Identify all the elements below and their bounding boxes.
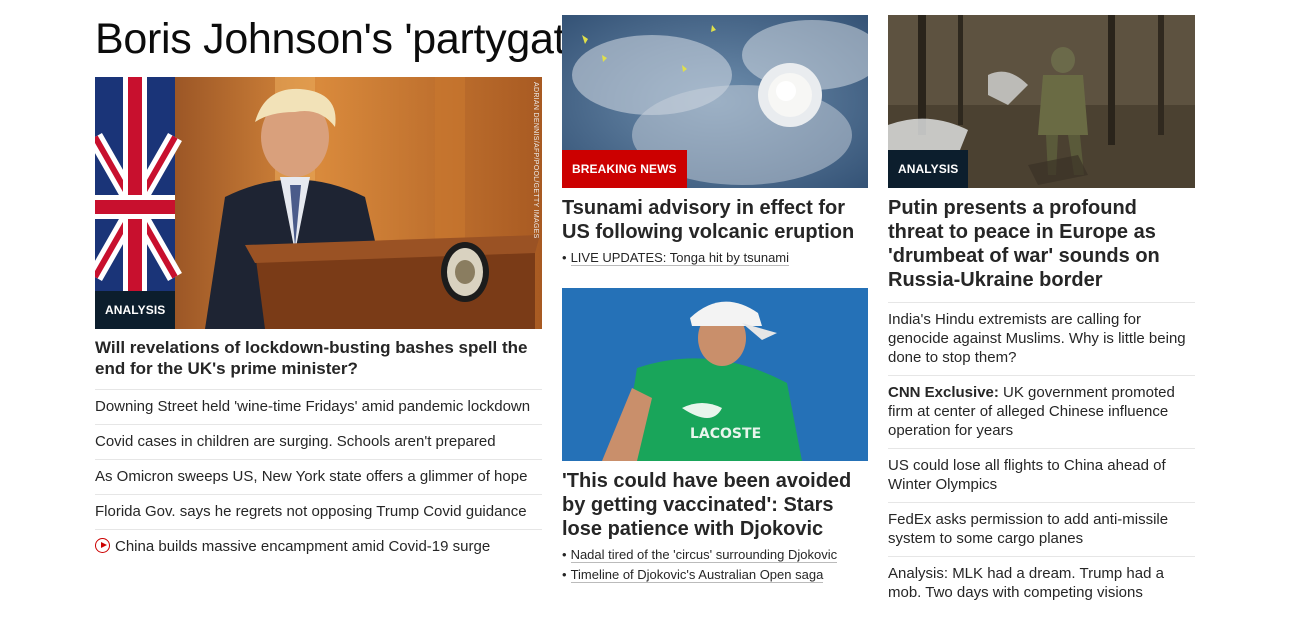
tsunami-sublinks: • LIVE UPDATES: Tonga hit by tsunami [562, 248, 868, 268]
list-item[interactable]: Florida Gov. says he regrets not opposin… [95, 494, 542, 529]
djokovic-sublinks: • Nadal tired of the 'circus' surrounding… [562, 545, 868, 585]
djokovic-story-title[interactable]: 'This could have been avoided by getting… [562, 469, 868, 541]
analysis-label: ANALYSIS [95, 291, 176, 329]
svg-text:LACOSTE: LACOSTE [690, 426, 761, 442]
list-item[interactable]: India's Hindu extremists are calling for… [888, 302, 1195, 375]
column-2: BREAKING NEWS Tsunami advisory in effect… [562, 0, 868, 585]
soldier-image[interactable]: ANALYSIS [888, 15, 1195, 188]
sublink-item[interactable]: • LIVE UPDATES: Tonga hit by tsunami [562, 248, 868, 268]
list-item[interactable]: Covid cases in children are surging. Sch… [95, 424, 542, 459]
tsunami-story-title[interactable]: Tsunami advisory in effect for US follow… [562, 196, 868, 244]
breaking-news-label: BREAKING NEWS [562, 150, 687, 188]
list-item[interactable]: FedEx asks permission to add anti-missil… [888, 502, 1195, 556]
image-credit: ADRIAN DENNIS/AFP/POOL/GETTY IMAGES [532, 82, 539, 239]
play-icon [95, 538, 110, 553]
list-item[interactable]: CNN Exclusive: UK government promoted fi… [888, 375, 1195, 448]
column-1: Boris Johnson's 'partygate' hangover ADR… [95, 0, 786, 564]
list-item[interactable]: Downing Street held 'wine-time Fridays' … [95, 389, 542, 424]
volcano-image[interactable]: BREAKING NEWS [562, 15, 868, 188]
column-3: ANALYSIS Putin presents a profound threa… [888, 0, 1195, 610]
main-headline[interactable]: Boris Johnson's 'partygate' hangover [95, 15, 786, 63]
list-item[interactable]: Analysis: MLK had a dream. Trump had a m… [888, 556, 1195, 610]
list-item[interactable]: US could lose all flights to China ahead… [888, 448, 1195, 502]
djokovic-image[interactable]: LACOSTE [562, 288, 868, 461]
list-item[interactable]: As Omicron sweeps US, New York state off… [95, 459, 542, 494]
analysis-label: ANALYSIS [888, 150, 969, 188]
djokovic-photo: LACOSTE [562, 288, 868, 461]
related-links-list: Downing Street held 'wine-time Fridays' … [95, 389, 542, 564]
list-item-video[interactable]: China builds massive encampment amid Cov… [95, 529, 542, 564]
sublink-item[interactable]: • Timeline of Djokovic's Australian Open … [562, 565, 868, 585]
sublink-item[interactable]: • Nadal tired of the 'circus' surrounding… [562, 545, 868, 565]
lead-story-title[interactable]: Will revelations of lockdown-busting bas… [95, 337, 542, 379]
video-link-text: China builds massive encampment amid Cov… [115, 538, 491, 555]
putin-story-title[interactable]: Putin presents a profound threat to peac… [888, 196, 1195, 292]
sublink[interactable]: LIVE UPDATES: Tonga hit by tsunami [570, 250, 790, 266]
related-links-list: India's Hindu extremists are calling for… [888, 302, 1195, 610]
sublink[interactable]: Nadal tired of the 'circus' surrounding … [570, 547, 838, 563]
cnn-exclusive-prefix: CNN Exclusive: [888, 384, 999, 401]
johnson-image[interactable]: ADRIAN DENNIS/AFP/POOL/GETTY IMAGES ANAL… [95, 77, 542, 329]
sublink[interactable]: Timeline of Djokovic's Australian Open s… [570, 567, 824, 583]
